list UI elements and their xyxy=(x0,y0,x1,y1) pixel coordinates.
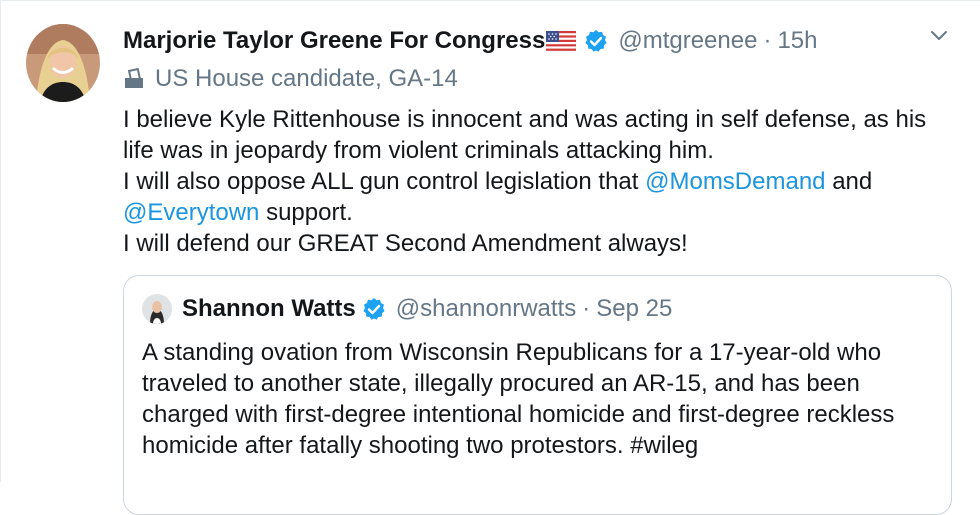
tweet-text-line: I will defend our GREAT Second Amendment… xyxy=(123,228,963,259)
tweet-text-segment: and xyxy=(825,168,873,195)
quoted-header-separator: · xyxy=(582,295,591,322)
candidate-label-text: US House candidate, GA-14 xyxy=(155,65,458,92)
quoted-author-name: Shannon Watts xyxy=(182,295,356,322)
tweet-text-line: I will also oppose ALL gun control legis… xyxy=(123,166,963,228)
candidate-label: US House candidate, GA-14 xyxy=(123,65,458,93)
tweet-text-segment: I will defend our GREAT Second Amendment… xyxy=(123,230,688,257)
quoted-author-avatar[interactable] xyxy=(142,294,172,324)
tweet-card[interactable]: Marjorie Taylor Greene For Congress @mtg xyxy=(0,0,980,515)
header-separator: · xyxy=(763,27,772,54)
tweet-text-segment: I will also oppose ALL gun control legis… xyxy=(123,168,646,195)
mention-link[interactable]: @MomsDemand xyxy=(645,168,825,195)
author-handle[interactable]: @mtgreenee xyxy=(618,27,757,55)
author-name[interactable]: Marjorie Taylor Greene For Congress xyxy=(123,27,545,55)
quoted-author-handle: @shannonrwatts xyxy=(395,295,577,322)
tweet-text-line: I believe Kyle Rittenhouse is innocent a… xyxy=(123,104,963,166)
us-flag-icon xyxy=(546,30,577,52)
chevron-down-icon[interactable] xyxy=(929,29,949,43)
tweet-text: I believe Kyle Rittenhouse is innocent a… xyxy=(123,104,963,259)
quoted-tweet-header: Shannon Watts @shannonrwatts · Sep 25 xyxy=(142,294,672,324)
author-avatar[interactable] xyxy=(26,24,100,102)
ballot-box-icon xyxy=(123,67,145,90)
tweet-text-segment: support. xyxy=(259,199,353,226)
quoted-timestamp: Sep 25 xyxy=(596,295,673,322)
verified-badge-icon xyxy=(362,297,386,321)
quoted-tweet[interactable]: Shannon Watts @shannonrwatts · Sep 25 A … xyxy=(123,275,952,515)
tweet-timestamp[interactable]: 15h xyxy=(777,27,817,55)
mention-link[interactable]: @Everytown xyxy=(123,199,259,226)
verified-badge-icon xyxy=(584,29,608,53)
tweet-text-segment: I believe Kyle Rittenhouse is innocent a… xyxy=(123,106,927,164)
tweet-header: Marjorie Taylor Greene For Congress @mtg xyxy=(123,27,818,55)
quoted-tweet-text: A standing ovation from Wisconsin Republ… xyxy=(142,339,895,459)
